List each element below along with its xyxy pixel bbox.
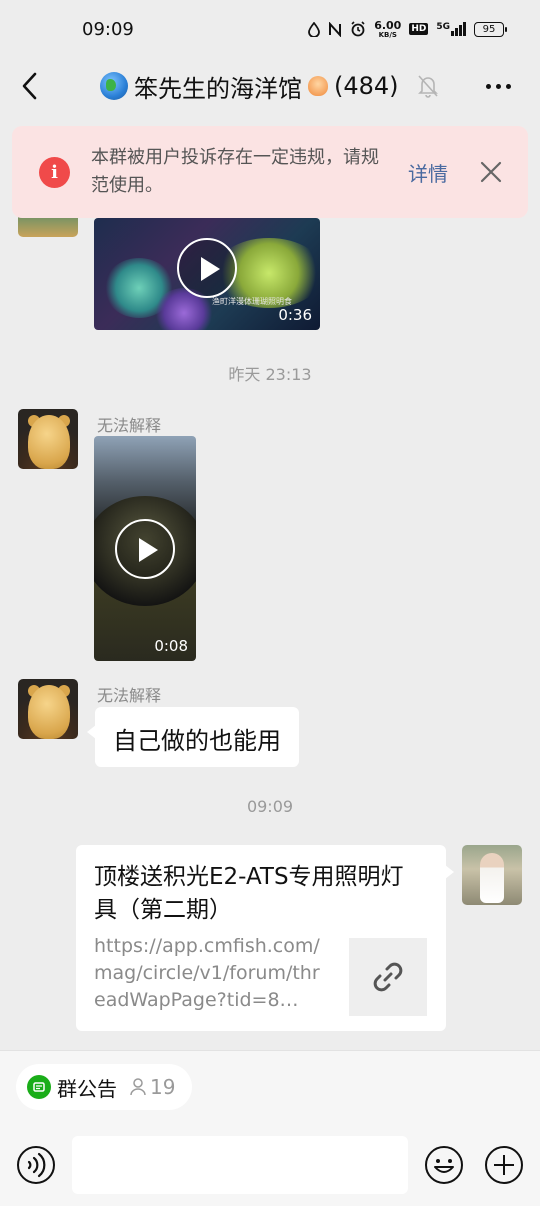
video-message[interactable]: 渔町洋漫体珊瑚照明食 0:36	[94, 218, 320, 330]
notice-count-value: 19	[150, 1075, 176, 1099]
group-name: 笨先生的海洋馆	[134, 74, 302, 103]
net-speed-value: 6.00	[374, 18, 402, 32]
member-count: (484)	[334, 72, 399, 100]
nfc-icon	[329, 21, 342, 37]
warning-banner: i 本群被用户投诉存在一定违规，请规范使用。 详情	[12, 126, 528, 218]
sender-avatar[interactable]	[18, 679, 78, 739]
data-saver-icon	[308, 21, 321, 37]
back-icon[interactable]	[18, 70, 42, 102]
message-input[interactable]	[72, 1136, 408, 1194]
bell-muted-icon	[418, 75, 438, 98]
more-icon[interactable]	[480, 72, 516, 100]
message-timestamp: 昨天 23:13	[228, 365, 312, 384]
my-avatar[interactable]	[462, 845, 522, 905]
video-duration: 0:08	[154, 637, 188, 655]
alarm-icon	[351, 21, 365, 37]
info-icon: i	[39, 157, 70, 188]
hd-badge: HD	[409, 23, 429, 35]
notice-label: 群公告	[57, 1076, 117, 1101]
link-icon	[373, 962, 403, 992]
status-icons: 6.00 KB/S HD 5G 95	[308, 20, 507, 39]
notice-icon	[27, 1075, 51, 1099]
video-message[interactable]: 0:08	[94, 436, 196, 661]
net-speed-unit: KB/S	[378, 30, 397, 39]
network-type: 5G	[436, 22, 450, 32]
link-card-message[interactable]: 顶楼送积光E2-ATS专用照明灯具（第二期） https://app.cmfis…	[76, 845, 454, 1031]
battery-icon: 95	[474, 21, 507, 37]
link-thumbnail	[349, 938, 427, 1016]
voice-icon[interactable]	[16, 1145, 56, 1185]
plus-icon[interactable]	[484, 1145, 524, 1185]
battery-level: 95	[482, 23, 496, 35]
play-icon[interactable]	[177, 238, 237, 298]
group-notice-button[interactable]: 群公告 19	[16, 1064, 192, 1110]
emoji-icon[interactable]	[424, 1145, 464, 1185]
notice-count: 19	[129, 1075, 175, 1099]
link-url: https://app.cmfish.com/mag/circle/v1/for…	[94, 935, 320, 1011]
link-title: 顶楼送积光E2-ATS专用照明灯具（第二期）	[94, 864, 404, 923]
signal-icon: 5G	[436, 22, 466, 36]
chat-header: 笨先生的海洋馆 (484)	[0, 58, 540, 114]
bottom-panel: 群公告 19	[0, 1050, 540, 1206]
chat-title: 笨先生的海洋馆 (484)	[100, 58, 399, 114]
sender-name: 无法解释	[97, 686, 162, 705]
person-icon	[130, 1078, 146, 1096]
warning-text: 本群被用户投诉存在一定违规，请规范使用。	[91, 147, 379, 196]
message-timestamp: 09:09	[246, 797, 294, 816]
sender-avatar[interactable]	[18, 409, 78, 469]
play-icon[interactable]	[115, 519, 175, 579]
warning-detail-link[interactable]: 详情	[408, 158, 448, 187]
text-message[interactable]: 自己做的也能用	[87, 707, 299, 767]
status-time: 09:09	[82, 18, 134, 40]
video-duration: 0:36	[278, 306, 312, 324]
status-bar: 09:09 6.00 KB/S HD 5G 95	[0, 0, 540, 58]
sender-name: 无法解释	[97, 416, 162, 435]
close-icon[interactable]	[478, 159, 504, 185]
shell-icon	[308, 76, 328, 96]
globe-icon	[100, 72, 128, 100]
net-speed: 6.00 KB/S	[374, 20, 401, 39]
